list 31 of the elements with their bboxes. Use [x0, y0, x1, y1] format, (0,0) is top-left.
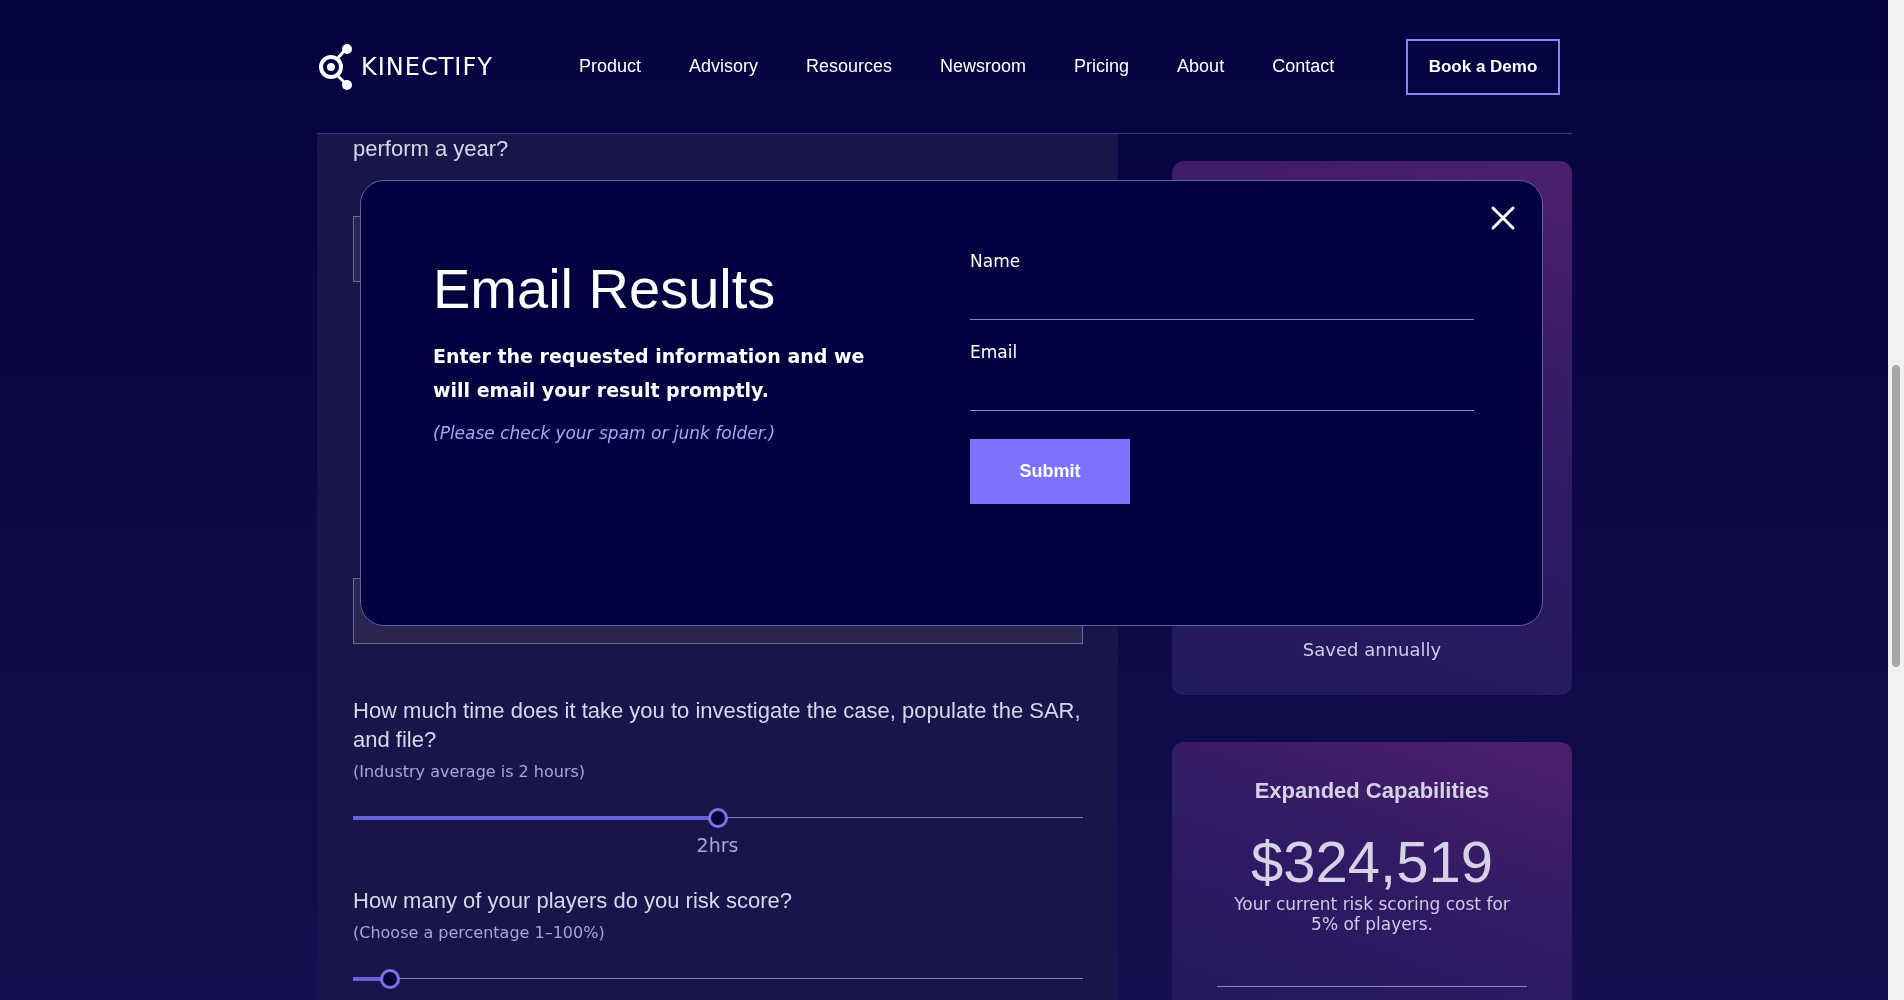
dialog-note: (Please check your spam or junk folder.) — [433, 423, 777, 443]
scrollbar[interactable] — [1888, 0, 1904, 1000]
slider-thumb[interactable] — [379, 969, 400, 989]
dialog-text: Enter the requested information and we will email your result promptly. — [433, 344, 866, 403]
card-title: Expanded Capabilities — [1253, 778, 1491, 804]
amount-text: $324,519 — [1250, 830, 1494, 894]
submit-button[interactable]: Submit — [970, 439, 1130, 504]
slider[interactable] — [353, 969, 1083, 989]
close-icon[interactable] — [1490, 205, 1516, 231]
nav-link[interactable]: Contact — [1248, 56, 1359, 77]
nav-link[interactable]: Newsroom — [916, 56, 1051, 77]
nav-link[interactable]: Product — [554, 56, 665, 77]
card-caption: Saved annually — [1302, 639, 1442, 660]
nav-link[interactable]: Resources — [782, 56, 917, 77]
book-demo-button[interactable]: Book a Demo — [1406, 38, 1560, 95]
question-text: How many of your players do you risk score? — [353, 887, 793, 915]
nav-link[interactable]: About — [1153, 56, 1249, 77]
field-label: Name — [970, 251, 1022, 271]
question-text: perform a year? — [353, 136, 510, 162]
question-text: How much time does it take you to investigate the case, populate the SAR, and file? — [353, 697, 1082, 754]
nav-link[interactable]: Pricing — [1050, 56, 1154, 77]
slider-value: 2hrs — [696, 834, 739, 856]
slider-thumb[interactable] — [708, 808, 728, 828]
hint-text: (Choose a percentage 1–100%) — [353, 923, 606, 942]
card-description: Your current risk scoring cost for 5% of players. — [1233, 894, 1511, 934]
field-label: Email — [970, 342, 1019, 362]
hint-text: (Industry average is 2 hours) — [353, 762, 587, 781]
nav-link[interactable]: Advisory — [664, 56, 782, 77]
logo-text[interactable]: KINECTIFY — [361, 52, 493, 81]
slider[interactable] — [353, 808, 1083, 828]
dialog-title: Email Results — [433, 257, 777, 321]
